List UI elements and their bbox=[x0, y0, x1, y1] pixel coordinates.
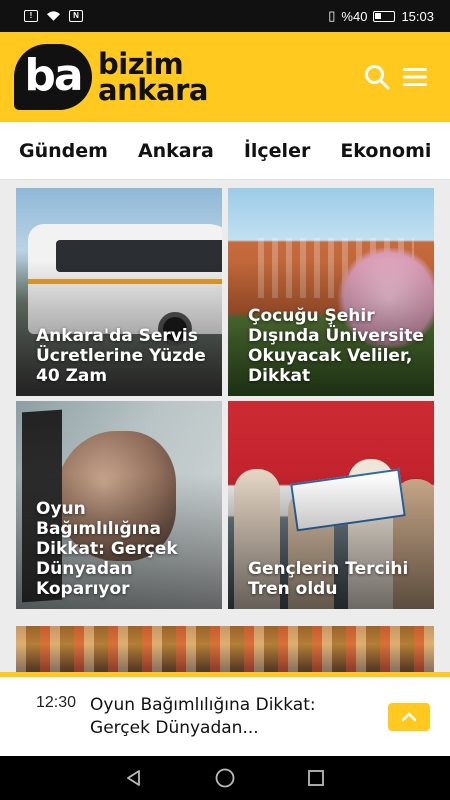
system-nav-bar bbox=[0, 756, 450, 800]
status-left-icons: ! N bbox=[24, 10, 83, 22]
recents-icon[interactable] bbox=[306, 768, 326, 788]
news-title: Ankara'da Servis Ücretlerine Yüzde 40 Za… bbox=[36, 326, 206, 386]
status-right: ▯ %40 15:03 bbox=[328, 8, 434, 24]
nfc-icon: N bbox=[69, 10, 83, 22]
battery-percent: %40 bbox=[341, 8, 368, 24]
notification-icon: ! bbox=[24, 10, 38, 22]
site-logo[interactable]: ba bizim ankara bbox=[14, 44, 208, 110]
home-icon[interactable] bbox=[214, 767, 236, 789]
status-time: 15:03 bbox=[401, 8, 434, 24]
news-card[interactable]: Ankara'da Servis Ücretlerine Yüzde 40 Za… bbox=[16, 188, 222, 396]
logo-mark: ba bbox=[14, 44, 92, 110]
vibrate-icon: ▯ bbox=[328, 8, 336, 23]
category-nav: Gündem Ankara İlçeler Ekonomi bbox=[0, 122, 450, 180]
category-tab-ilceler[interactable]: İlçeler bbox=[244, 140, 311, 162]
breaking-news-ticker[interactable]: 12:30 Oyun Bağımlılığına Dikkat: Gerçek … bbox=[0, 672, 450, 756]
logo-mark-text: ba bbox=[24, 49, 83, 101]
battery-icon bbox=[373, 10, 396, 22]
status-bar: ! N ▯ %40 15:03 bbox=[0, 0, 450, 32]
logo-line-2: ankara bbox=[98, 73, 208, 107]
search-icon[interactable] bbox=[364, 64, 390, 90]
app-header: ba bizim ankara bbox=[0, 32, 450, 122]
header-actions bbox=[364, 64, 428, 90]
news-card[interactable]: Çocuğu Şehir Dışında Üniversite Okuyacak… bbox=[228, 188, 434, 396]
news-title: Oyun Bağımlılığına Dikkat: Gerçek Dünyad… bbox=[36, 499, 178, 599]
news-image bbox=[16, 626, 434, 675]
ticker-expand-button[interactable] bbox=[388, 702, 430, 731]
menu-icon[interactable] bbox=[402, 66, 428, 88]
ticker-time: 12:30 bbox=[36, 694, 77, 711]
ticker-headline[interactable]: Oyun Bağımlılığına Dikkat: Gerçek Dünyad… bbox=[90, 694, 378, 740]
back-icon[interactable] bbox=[124, 768, 144, 788]
news-card-partial[interactable] bbox=[16, 626, 434, 675]
chevron-up-icon bbox=[401, 712, 417, 721]
news-title: Gençlerin Tercihi Tren oldu bbox=[248, 559, 409, 599]
category-tab-ekonomi[interactable]: Ekonomi bbox=[340, 140, 431, 162]
wifi-icon bbox=[46, 11, 61, 21]
category-tab-ankara[interactable]: Ankara bbox=[138, 140, 214, 162]
logo-wordmark: bizim ankara bbox=[98, 50, 208, 107]
news-card[interactable]: Gençlerin Tercihi Tren oldu bbox=[228, 401, 434, 609]
news-card[interactable]: Oyun Bağımlılığına Dikkat: Gerçek Dünyad… bbox=[16, 401, 222, 609]
news-grid: Ankara'da Servis Ücretlerine Yüzde 40 Za… bbox=[0, 180, 450, 675]
category-tab-gundem[interactable]: Gündem bbox=[19, 140, 108, 162]
news-title: Çocuğu Şehir Dışında Üniversite Okuyacak… bbox=[248, 306, 424, 386]
